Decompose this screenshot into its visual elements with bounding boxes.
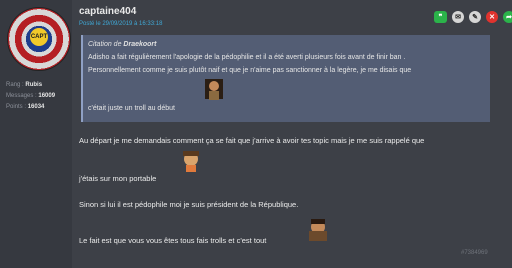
sticker-facepalm-icon bbox=[305, 217, 331, 241]
pencil-icon: ✎ bbox=[472, 13, 478, 21]
author-sidebar: CAPT Rang : Rubis Messages : 16009 Point… bbox=[0, 0, 72, 268]
body-line-4: Le fait est que vous vous êtes tous fais… bbox=[79, 236, 267, 245]
points-value: 16034 bbox=[27, 104, 45, 110]
message-button[interactable]: ✉ bbox=[452, 11, 464, 23]
rank-value: Rubis bbox=[25, 82, 43, 88]
close-icon: ✕ bbox=[489, 13, 495, 21]
body-line-2: j'étais sur mon portable bbox=[79, 174, 157, 183]
post-id[interactable]: #7384969 bbox=[461, 250, 488, 256]
body-line-3: Sinon si lui il est pédophile moi je sui… bbox=[79, 200, 299, 209]
quote-line-3: c'était juste un troll au début bbox=[88, 105, 175, 112]
avatar-emblem-text: CAPT bbox=[30, 34, 48, 40]
points-label: Points : bbox=[6, 104, 27, 110]
quote-block: Citation de Draekoort Adisho a fait régu… bbox=[81, 35, 490, 122]
avatar-emblem-icon: CAPT bbox=[30, 28, 48, 46]
message-icon: ✉ bbox=[455, 13, 461, 21]
messages-row: Messages : 16009 bbox=[6, 93, 55, 99]
quoted-author[interactable]: Draekoort bbox=[123, 41, 156, 48]
quote-line-2: Personnellement comme je suis plutôt nai… bbox=[88, 67, 412, 74]
sticker-man-icon bbox=[205, 79, 223, 100]
avatar[interactable]: CAPT bbox=[8, 8, 70, 70]
points-row: Points : 16034 bbox=[6, 104, 44, 110]
post-actions: ❞ ✉ ✎ ✕ ➦ bbox=[434, 11, 512, 23]
rank-row: Rang : Rubis bbox=[6, 82, 42, 88]
author-username[interactable]: captaine404 bbox=[79, 6, 136, 17]
body-line-1: Au départ je me demandais comment ça se … bbox=[79, 136, 425, 145]
sticker-crying-icon bbox=[178, 148, 204, 172]
quote-button[interactable]: ❞ bbox=[434, 11, 447, 23]
quote-prefix: Citation de bbox=[88, 41, 122, 48]
messages-value: 16009 bbox=[38, 93, 56, 99]
edit-button[interactable]: ✎ bbox=[469, 11, 481, 23]
rank-label: Rang : bbox=[6, 82, 24, 88]
share-icon: ➦ bbox=[506, 13, 512, 21]
quote-line-1: Adisho a fait régulièrement l'apologie d… bbox=[88, 54, 406, 61]
quote-header: Citation de Draekoort bbox=[88, 41, 157, 48]
forum-post: CAPT Rang : Rubis Messages : 16009 Point… bbox=[0, 0, 512, 268]
quote-icon: ❞ bbox=[438, 13, 443, 21]
messages-label: Messages : bbox=[6, 93, 37, 99]
delete-button[interactable]: ✕ bbox=[486, 11, 498, 23]
share-button[interactable]: ➦ bbox=[503, 11, 512, 23]
post-date[interactable]: Posté le 29/09/2019 à 16:33:18 bbox=[79, 21, 162, 27]
